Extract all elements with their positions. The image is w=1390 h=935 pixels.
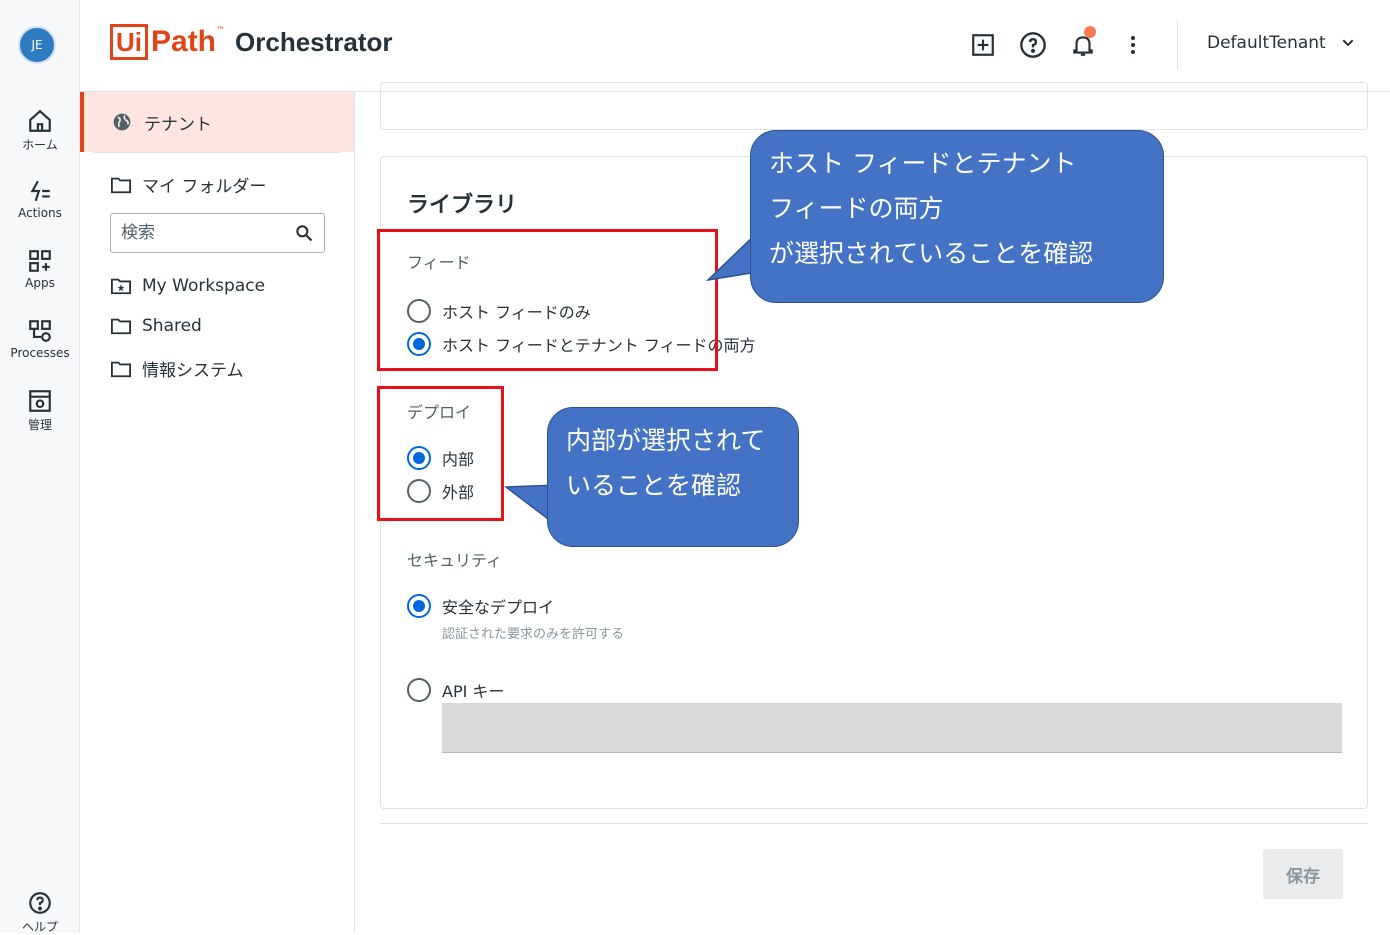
deploy-callout: 内部が選択されて いることを確認 — [547, 407, 799, 547]
callout-line: フィードの両方 — [769, 194, 944, 223]
callout-line: 内部が選択されて — [566, 426, 766, 455]
feed-callout: ホスト フィードとテナント フィードの両方 が選択されていることを確認 — [750, 130, 1164, 303]
callout-line: いることを確認 — [566, 471, 742, 500]
callout-line: ホスト フィードとテナント — [769, 149, 1077, 178]
callout-line: が選択されていることを確認 — [769, 239, 1094, 268]
